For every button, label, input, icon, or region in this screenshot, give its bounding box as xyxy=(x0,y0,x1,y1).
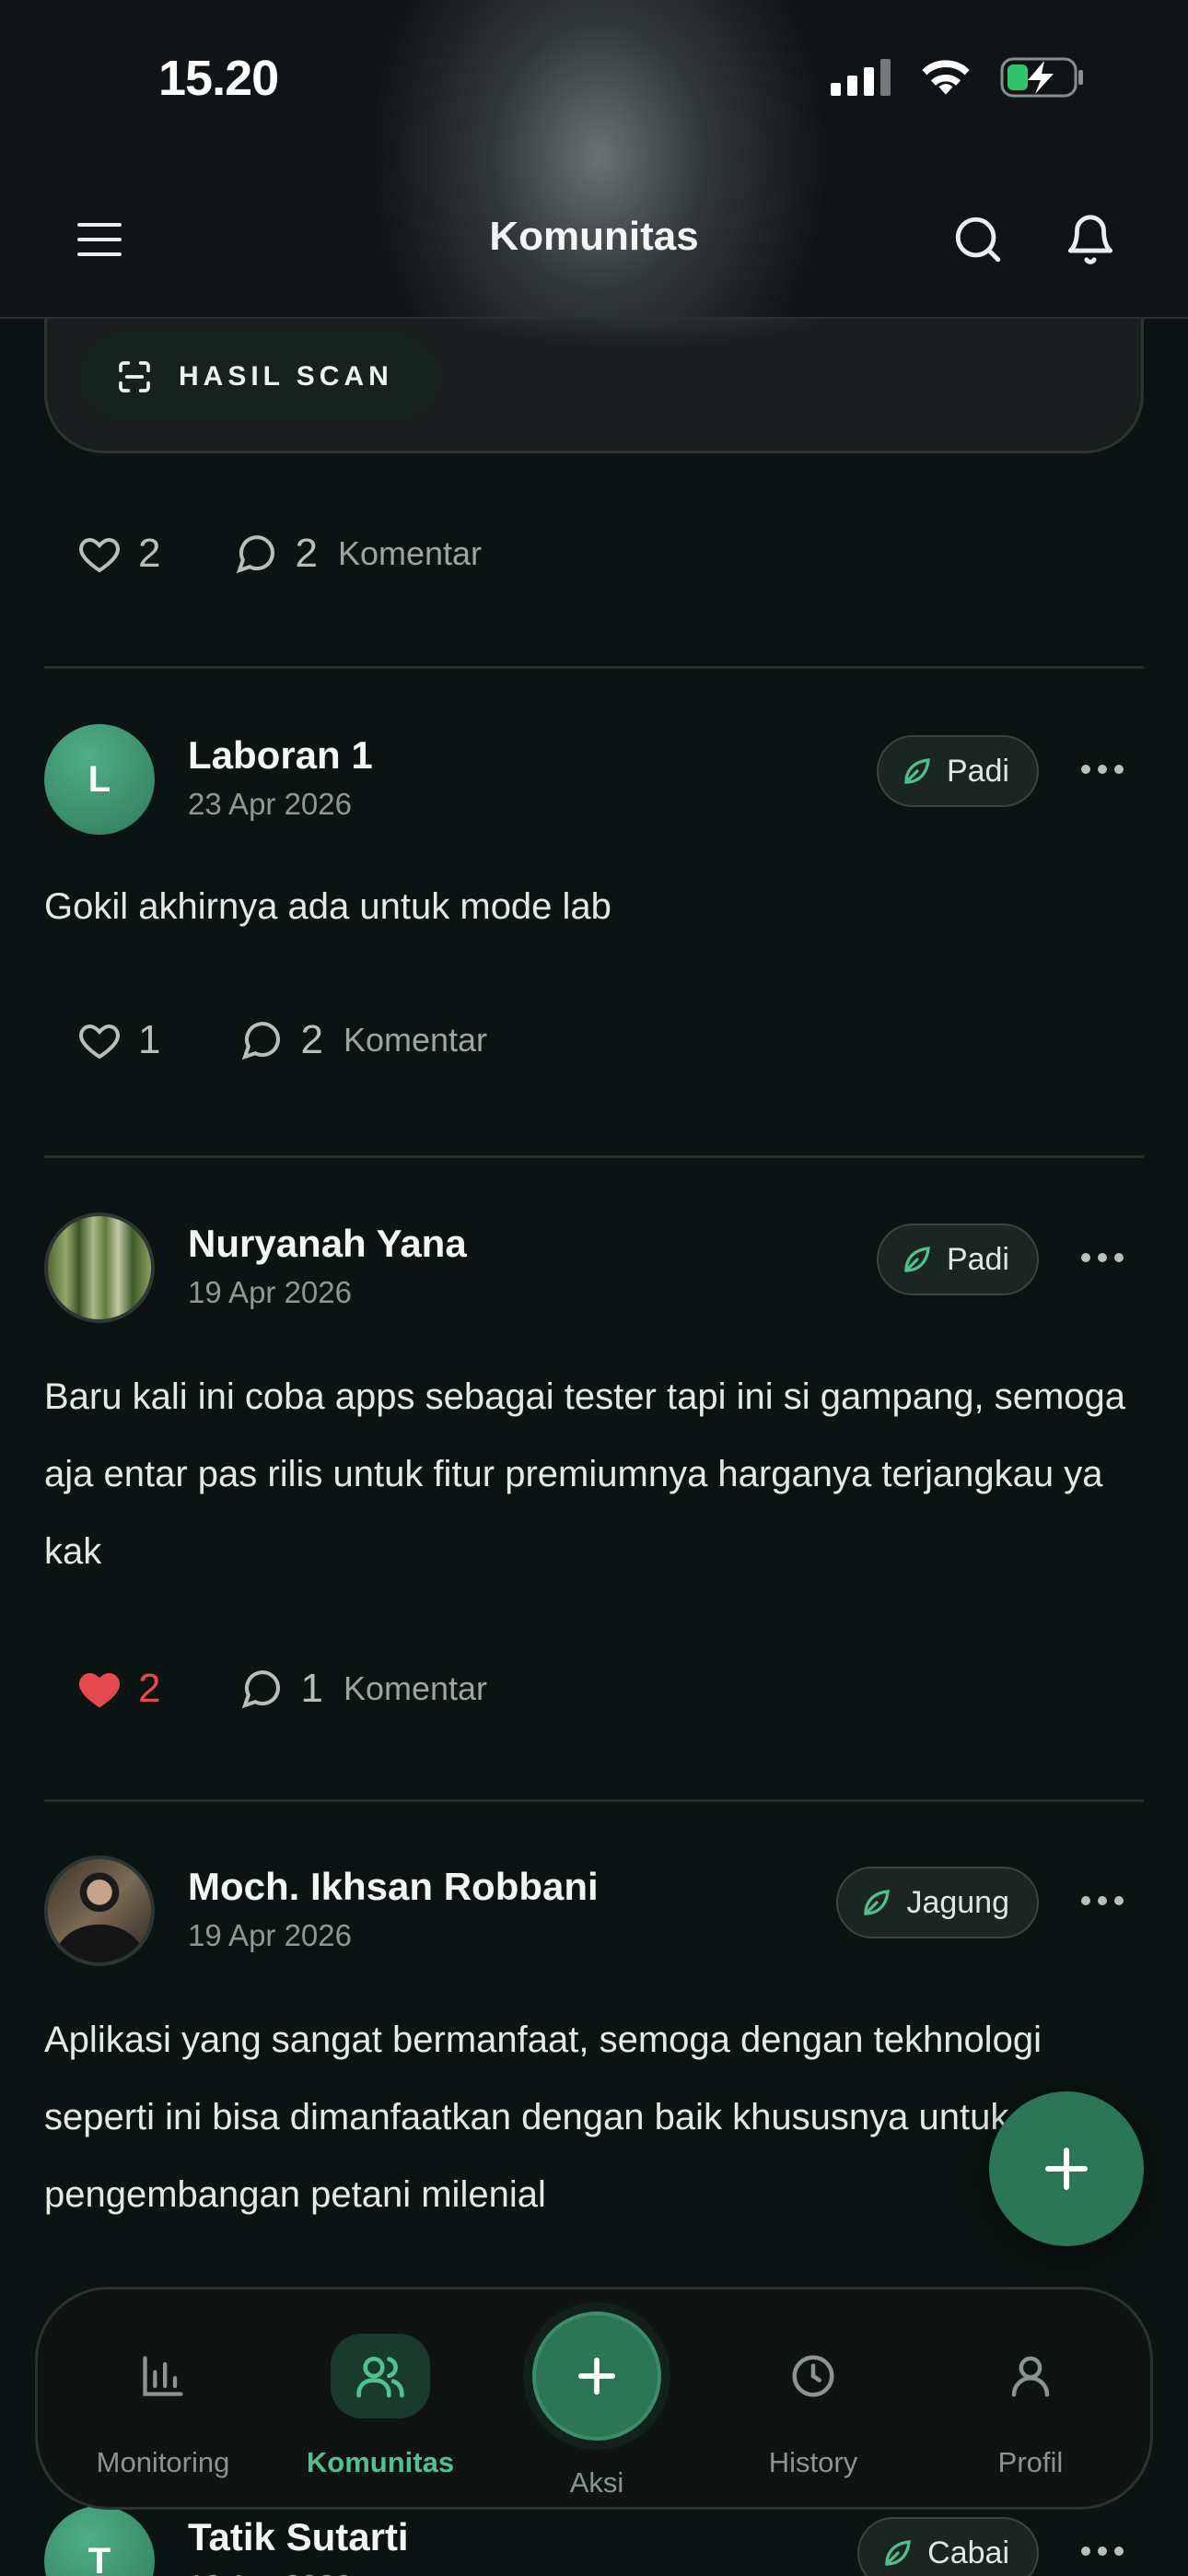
bar-chart-icon xyxy=(113,2334,213,2418)
heart-icon xyxy=(79,1024,120,1060)
nav-aksi[interactable]: Aksi xyxy=(495,2289,698,2512)
post-date: 19 Apr 2026 xyxy=(188,1275,352,1309)
plus-icon xyxy=(1045,2148,1088,2190)
nav-label: Profil xyxy=(997,2446,1064,2478)
top-app-bar: 15.20 Komunitas xyxy=(0,0,1188,319)
comment-button[interactable]: 1 Komentar xyxy=(239,1666,487,1712)
wifi-icon xyxy=(922,60,970,95)
comment-count: 2 xyxy=(295,531,318,576)
users-icon xyxy=(331,2334,430,2418)
cellular-signal-icon xyxy=(831,59,891,96)
leaf-icon xyxy=(904,758,930,784)
nav-history[interactable]: History xyxy=(712,2289,914,2512)
post-divider xyxy=(44,1799,1144,1802)
comment-icon xyxy=(237,535,275,574)
post-text: Aplikasi yang sangat bermanfaat, semoga … xyxy=(44,2020,1042,2215)
post-actions: 2 2 Komentar xyxy=(77,531,555,577)
post-text: Baru kali ini coba apps sebagai tester t… xyxy=(44,1376,1126,1572)
status-time: 15.20 xyxy=(158,51,279,106)
comment-button[interactable]: 2 Komentar xyxy=(234,531,482,577)
comment-count: 1 xyxy=(300,1666,323,1711)
nav-label: Monitoring xyxy=(96,2446,230,2478)
avatar[interactable]: L xyxy=(44,724,155,835)
comment-icon xyxy=(242,1670,281,1709)
nav-komunitas[interactable]: Komunitas xyxy=(279,2289,482,2512)
leaf-icon xyxy=(904,1247,930,1272)
battery-charging-icon xyxy=(1000,57,1083,98)
post-date: 19 Apr 2026 xyxy=(188,1918,352,1952)
post-text: Gokil akhirnya ada untuk mode lab xyxy=(44,886,611,927)
like-count: 1 xyxy=(138,1017,161,1062)
post-author[interactable]: Laboran 1 xyxy=(188,733,373,778)
leaf-icon xyxy=(885,2540,911,2566)
crop-tag: Jagung xyxy=(836,1867,1039,1938)
more-options-button[interactable] xyxy=(1070,1235,1135,1281)
avatar[interactable] xyxy=(44,1212,155,1323)
clock-icon xyxy=(763,2334,863,2418)
user-icon xyxy=(981,2334,1080,2418)
post-card: L Laboran 1 23 Apr 2026 Padi Gokil akhir… xyxy=(44,724,1144,1093)
status-icons xyxy=(831,57,1085,98)
like-button[interactable]: 2 xyxy=(77,531,160,577)
avatar[interactable] xyxy=(44,1856,155,1966)
post-date: 23 Apr 2026 xyxy=(188,787,352,821)
post-actions: 1 2 Komentar xyxy=(77,1017,561,1063)
crop-tag: Padi xyxy=(876,1224,1039,1295)
post-card: Moch. Ikhsan Robbani 19 Apr 2026 Jagung … xyxy=(44,1856,1144,2242)
comment-count: 2 xyxy=(300,1017,323,1062)
nav-label: Aksi xyxy=(569,2466,624,2499)
more-options-button[interactable] xyxy=(1070,2528,1135,2574)
bottom-navigation: Monitoring Komunitas Aksi History Profil xyxy=(35,2287,1153,2510)
post-card: T Tatik Sutarti 19 Apr 2026 Cabai xyxy=(44,2506,1144,2576)
bell-icon xyxy=(1067,215,1113,264)
post-author[interactable]: Moch. Ikhsan Robbani xyxy=(188,1865,599,1909)
comment-label: Komentar xyxy=(337,534,483,572)
post-actions: 2 1 Komentar xyxy=(77,1666,561,1712)
scan-result-badge: HASIL SCAN xyxy=(79,334,441,420)
like-button[interactable]: 1 xyxy=(77,1017,160,1063)
heart-filled-icon xyxy=(79,1672,120,1708)
community-screen: HASIL SCAN 2 2 Komentar L Laboran 1 23 A… xyxy=(0,0,1188,2576)
comment-label: Komentar xyxy=(343,1669,488,1707)
comment-icon xyxy=(242,1022,281,1060)
crop-tag: Padi xyxy=(876,735,1039,807)
nav-label: History xyxy=(768,2446,858,2478)
nav-monitoring[interactable]: Monitoring xyxy=(62,2289,264,2512)
post-divider xyxy=(44,1155,1144,1158)
scan-icon xyxy=(119,361,150,392)
like-count: 2 xyxy=(138,531,161,576)
more-options-button[interactable] xyxy=(1070,746,1135,792)
notifications-button[interactable] xyxy=(1057,206,1124,273)
scan-badge-label: HASIL SCAN xyxy=(179,361,393,392)
search-button[interactable] xyxy=(945,206,1011,273)
leaf-icon xyxy=(864,1890,891,1915)
post-author[interactable]: Tatik Sutarti xyxy=(188,2515,409,2559)
nav-profil[interactable]: Profil xyxy=(929,2289,1132,2512)
more-options-button[interactable] xyxy=(1070,1878,1135,1924)
like-count: 2 xyxy=(138,1666,161,1711)
post-card: Nuryanah Yana 19 Apr 2026 Padi Baru kali… xyxy=(44,1212,1144,1728)
plus-icon xyxy=(532,2312,661,2441)
crop-tag: Cabai xyxy=(857,2517,1039,2576)
like-button[interactable]: 2 xyxy=(77,1666,160,1712)
post-date: 19 Apr 2026 xyxy=(188,2569,352,2576)
comment-button[interactable]: 2 Komentar xyxy=(239,1017,487,1063)
post-divider xyxy=(44,666,1144,669)
comment-label: Komentar xyxy=(343,1021,488,1059)
nav-label: Komunitas xyxy=(306,2446,455,2478)
post-author[interactable]: Nuryanah Yana xyxy=(188,1222,467,1266)
create-post-fab[interactable] xyxy=(989,2091,1144,2246)
avatar[interactable]: T xyxy=(44,2506,155,2576)
heart-icon xyxy=(79,537,120,573)
search-icon xyxy=(955,217,1001,263)
